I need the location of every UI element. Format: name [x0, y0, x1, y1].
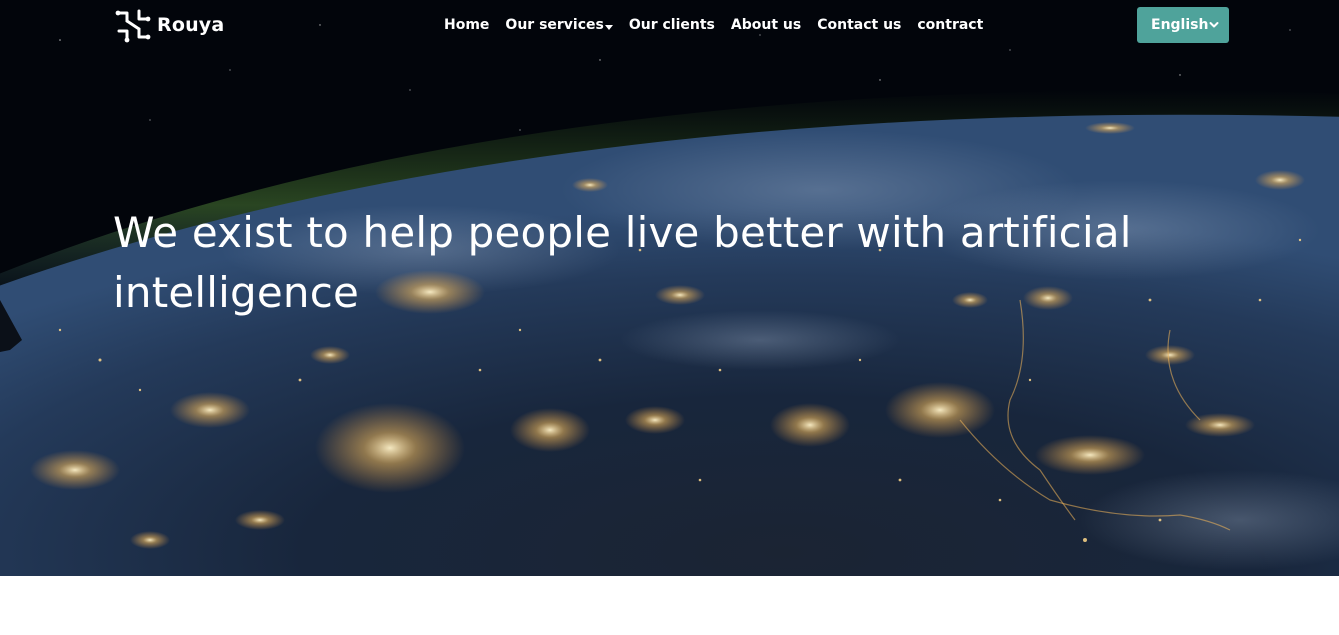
language-select[interactable]: English	[1137, 7, 1229, 43]
nav-contract-link[interactable]: contract	[917, 15, 983, 35]
nav-our-clients-link[interactable]: Our clients	[629, 15, 715, 35]
brand-logo-link[interactable]: Rouya	[113, 5, 224, 45]
rouya-logo-icon	[115, 9, 151, 43]
caret-down-icon	[604, 25, 613, 30]
hero-headline: We exist to help people live better with…	[113, 208, 1132, 317]
language-select-value: English	[1151, 17, 1209, 33]
chevron-down-icon	[1209, 22, 1219, 28]
nav-our-services-label: Our services	[505, 17, 604, 33]
hero-section: Rouya Home Our services Our clients Abou…	[0, 0, 1339, 576]
nav-home-link[interactable]: Home	[444, 15, 489, 35]
nav-contact-us-link[interactable]: Contact us	[817, 15, 901, 35]
main-navigation: Home Our services Our clients About us C…	[444, 15, 983, 35]
nav-about-us-link[interactable]: About us	[731, 15, 801, 35]
nav-our-services-link[interactable]: Our services	[505, 15, 613, 35]
brand-name: Rouya	[157, 14, 225, 36]
